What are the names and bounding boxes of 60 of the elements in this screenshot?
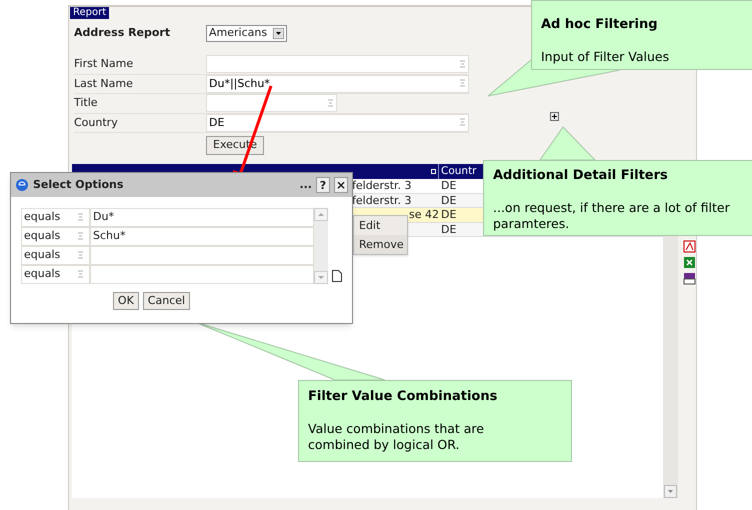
close-button[interactable]: ×: [334, 177, 348, 193]
callout-text: Value combinations that are combined by logical OR.: [308, 420, 485, 452]
report-tab[interactable]: Report: [70, 7, 110, 19]
column-header[interactable]: Countr: [439, 164, 476, 179]
table-cell-text: DE: [440, 208, 456, 222]
callout-text: Input of Filter Values: [541, 48, 670, 64]
value-field[interactable]: Schu*: [90, 227, 314, 246]
sort-icon[interactable]: [431, 169, 436, 174]
field-menu-icon: [78, 270, 83, 279]
text-field[interactable]: [206, 94, 337, 112]
value-field[interactable]: [90, 265, 314, 284]
dropdown-arrow-icon: [273, 28, 284, 38]
operator-dropdown[interactable]: equals: [21, 246, 90, 265]
field-label: Country: [74, 114, 119, 130]
operator-dropdown[interactable]: equals: [21, 208, 90, 227]
report-title: Address Report: [74, 24, 172, 41]
field-menu-icon: [460, 60, 465, 69]
callout-text: ...on request, if there are a lot of filter paramteres.: [493, 200, 731, 232]
text-field[interactable]: Du*||Schu*: [206, 74, 469, 93]
table-cell: felderstr. 3: [352, 194, 412, 207]
field-menu-icon: [78, 232, 83, 241]
operator-dropdown[interactable]: equals: [21, 227, 90, 246]
scroll-up-icon[interactable]: [314, 208, 328, 221]
dialog-button[interactable]: Cancel: [142, 292, 190, 310]
dialog-title: Select Options: [33, 176, 124, 193]
browser-icon: [15, 178, 29, 192]
value-field[interactable]: [90, 246, 314, 265]
table-cell: felderstr. 3: [352, 179, 412, 192]
table-cell-text: DE: [440, 194, 456, 207]
field-menu-icon: [460, 79, 465, 88]
menu-item[interactable]: Edit: [354, 216, 407, 235]
scroll-down-icon[interactable]: [664, 485, 678, 498]
callout-title: Additional Detail Filters: [493, 167, 669, 185]
value-field[interactable]: Du*: [90, 208, 314, 227]
field-label: Title: [74, 95, 99, 111]
field-menu-icon: [78, 251, 83, 260]
excel-export-icon[interactable]: [683, 256, 696, 269]
variant-dropdown[interactable]: Americans: [206, 24, 288, 42]
dialog-scrollbar[interactable]: [314, 208, 328, 284]
menu-item[interactable]: Remove: [354, 235, 407, 254]
callout-title: Filter Value Combinations: [308, 388, 498, 406]
field-menu-icon: [460, 118, 465, 128]
help-button[interactable]: ?: [316, 177, 330, 193]
dialog-button[interactable]: OK: [112, 292, 139, 310]
add-filter-icon[interactable]: [550, 112, 559, 121]
xml-export-icon[interactable]: [683, 272, 696, 285]
field-label: Last Name: [74, 76, 134, 92]
callout-title: Ad hoc Filtering: [541, 16, 659, 34]
table-cell: se 42: [409, 208, 439, 222]
table-cell-text: DE: [440, 179, 456, 192]
text-field[interactable]: DE: [206, 114, 469, 132]
text-field[interactable]: [206, 55, 469, 74]
operator-dropdown[interactable]: equals: [21, 265, 90, 284]
more-button[interactable]: ...: [299, 176, 312, 194]
pdf-export-icon[interactable]: [683, 240, 696, 253]
table-cell-text: DE: [440, 222, 456, 236]
field-label: First Name: [74, 56, 134, 72]
field-menu-icon: [328, 98, 333, 108]
field-menu-icon: [78, 213, 83, 222]
new-row-icon[interactable]: [332, 270, 342, 282]
